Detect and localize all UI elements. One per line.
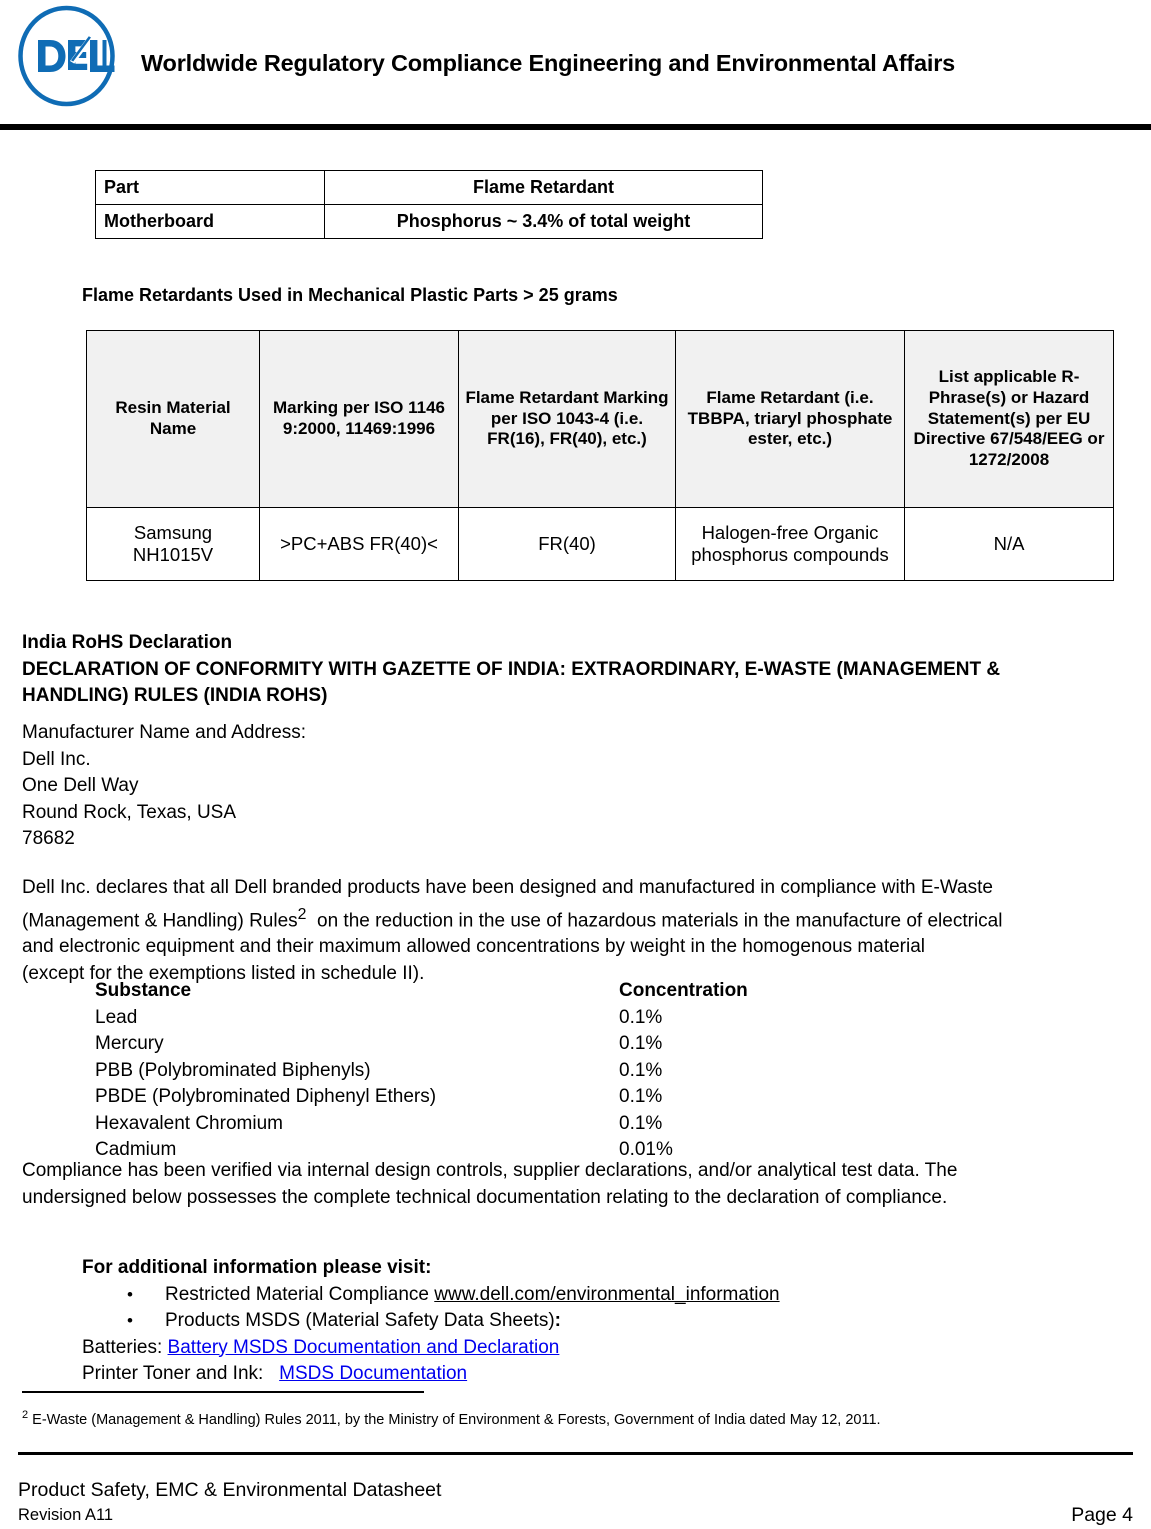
page-header: Worldwide Regulatory Compliance Engineer… (0, 0, 1151, 130)
footnote-text: E-Waste (Management & Handling) Rules 20… (28, 1411, 881, 1428)
substance-concentration: 0.1% (619, 1059, 663, 1081)
col-resin-material-name: Resin Material Name (86, 330, 260, 508)
list-item: Mercury 0.1% (95, 1031, 995, 1058)
declaration-line-1: Dell Inc. declares that all Dell branded… (22, 877, 993, 898)
mechanical-plastic-parts-heading: Flame Retardants Used in Mechanical Plas… (82, 285, 618, 305)
table-row: Part Flame Retardant (95, 170, 763, 205)
substance-concentration: 0.1% (619, 1086, 663, 1107)
list-item: PBB (Polybrominated Biphenyls) 0.1% (95, 1058, 995, 1085)
manufacturer-block: Manufacturer Name and Address: Dell Inc.… (22, 720, 1138, 853)
products-msds-label: Products MSDS (Material Safety Data Shee… (165, 1310, 555, 1331)
batteries-label: Batteries: (82, 1336, 168, 1358)
compliance-line-2: undersigned below possesses the complete… (22, 1186, 948, 1208)
restricted-material-compliance-label: Restricted Material Compliance (165, 1283, 435, 1305)
substance-name: Hexavalent Chromium (95, 1112, 283, 1134)
batteries-row: Batteries: Battery MSDS Documentation an… (82, 1335, 1082, 1362)
resin-material-table: Resin Material Name Marking per ISO 1146… (86, 330, 1114, 581)
part-header-cell: Part (95, 170, 325, 205)
india-rohs-subheading-line1: DECLARATION OF CONFORMITY WITH GAZETTE O… (22, 658, 1001, 680)
table-row: Samsung NH1015V >PC+ABS FR(40)< FR(40) H… (86, 507, 1114, 581)
substance-concentration-list: Substance Concentration Lead 0.1% Mercur… (95, 978, 995, 1164)
compliance-line-1: Compliance has been verified via interna… (22, 1160, 958, 1181)
declaration-line-2-b: on the reduction in the use of hazardous… (306, 909, 1003, 931)
concentration-col-header: Concentration (619, 980, 748, 1001)
declaration-line-3: and electronic equipment and their maxim… (22, 936, 926, 958)
cell-r-phrase-hazard-statement: N/A (904, 507, 1114, 581)
footer-separator (18, 1452, 1133, 1455)
list-item: • Restricted Material Compliance www.del… (127, 1282, 1082, 1309)
restricted-material-compliance-item: Restricted Material Compliance www.dell.… (165, 1282, 780, 1309)
india-rohs-heading: India RoHS Declaration (22, 632, 233, 653)
table-header-row: Resin Material Name Marking per ISO 1146… (86, 330, 1114, 508)
table-row: Motherboard Phosphorus ~ 3.4% of total w… (95, 204, 763, 239)
environmental-information-link[interactable]: www.dell.com/environmental_information (434, 1284, 779, 1305)
compliance-paragraph: Compliance has been verified via interna… (22, 1158, 1138, 1211)
cell-flame-retardant: Halogen-free Organic phosphorus compound… (675, 507, 905, 581)
cell-marking-per-iso: >PC+ABS FR(40)< (259, 507, 459, 581)
list-item: • Products MSDS (Material Safety Data Sh… (127, 1308, 1082, 1335)
footnote: 2 E-Waste (Management & Handling) Rules … (22, 1405, 1132, 1430)
printer-toner-label: Printer Toner and Ink: (82, 1363, 280, 1384)
footer-title: Product Safety, EMC & Environmental Data… (18, 1479, 442, 1501)
india-rohs-subheading-line2: HANDLING) RULES (INDIA ROHS) (22, 685, 328, 706)
bullet-icon: • (127, 1284, 133, 1304)
manufacturer-line-1: Dell Inc. (22, 748, 91, 770)
substance-name: PBB (Polybrominated Biphenyls) (95, 1059, 371, 1081)
list-item: Hexavalent Chromium 0.1% (95, 1111, 995, 1138)
part-flame-retardant-cell: Phosphorus ~ 3.4% of total weight (324, 204, 763, 239)
substance-concentration: 0.1% (619, 1112, 663, 1134)
substance-name: Mercury (95, 1033, 164, 1054)
page-footer: Product Safety, EMC & Environmental Data… (18, 1478, 1133, 1528)
declaration-line-2-a: (Management & Handling) Rules (22, 909, 298, 931)
products-msds-colon: : (554, 1310, 561, 1331)
col-marking-per-iso: Marking per ISO 1146 9:2000, 11469:1996 (259, 330, 459, 508)
part-flame-retardant-table: Part Flame Retardant Motherboard Phospho… (95, 170, 763, 239)
col-flame-retardant: Flame Retardant (i.e. TBBPA, triaryl pho… (675, 330, 905, 508)
declaration-line-2: (Management & Handling) Rules2 on the re… (22, 902, 1138, 935)
substance-concentration: 0.1% (619, 1033, 663, 1054)
footnote-separator (22, 1391, 424, 1393)
india-rohs-block: India RoHS Declaration DECLARATION OF CO… (22, 630, 1138, 710)
cell-resin-material-name: Samsung NH1015V (86, 507, 260, 581)
printer-toner-row: Printer Toner and Ink: MSDS Documentatio… (82, 1361, 1082, 1388)
manufacturer-line-4: 78682 (22, 828, 75, 849)
substance-name: PBDE (Polybrominated Diphenyl Ethers) (95, 1086, 437, 1107)
col-flame-retardant-marking: Flame Retardant Marking per ISO 1043-4 (… (458, 330, 676, 508)
list-item: PBDE (Polybrominated Diphenyl Ethers) 0.… (95, 1084, 995, 1111)
part-name-cell: Motherboard (95, 204, 325, 239)
manufacturer-line-3: Round Rock, Texas, USA (22, 801, 237, 823)
flame-retardant-header-cell: Flame Retardant (324, 170, 763, 205)
msds-documentation-link[interactable]: MSDS Documentation (279, 1363, 467, 1384)
bullet-icon: • (127, 1311, 133, 1330)
battery-msds-link[interactable]: Battery MSDS Documentation and Declarati… (168, 1337, 560, 1358)
substance-list-header: Substance Concentration (95, 978, 995, 1005)
header-divider (0, 124, 1151, 130)
footer-revision: Revision A11 (18, 1506, 114, 1524)
cell-flame-retardant-marking: FR(40) (458, 507, 676, 581)
header-title: Worldwide Regulatory Compliance Engineer… (141, 50, 956, 76)
substance-name: Lead (95, 1006, 138, 1028)
list-item: Lead 0.1% (95, 1005, 995, 1032)
footer-page-number: Page 4 (1071, 1504, 1133, 1526)
manufacturer-line-2: One Dell Way (22, 775, 139, 796)
products-msds-item: Products MSDS (Material Safety Data Shee… (165, 1308, 561, 1335)
footer-bottom-row: Revision A11 Page 4 (18, 1503, 1133, 1528)
col-r-phrase-hazard-statement: List applicable R-Phrase(s) or Hazard St… (904, 330, 1114, 508)
substance-concentration: 0.1% (619, 1006, 663, 1028)
dell-logo (14, 4, 119, 108)
additional-information-block: For additional information please visit:… (82, 1255, 1082, 1388)
declaration-paragraph: Dell Inc. declares that all Dell branded… (22, 875, 1138, 987)
additional-information-title: For additional information please visit: (82, 1257, 432, 1278)
substance-col-header: Substance (95, 980, 192, 1001)
manufacturer-label: Manufacturer Name and Address: (22, 722, 307, 743)
